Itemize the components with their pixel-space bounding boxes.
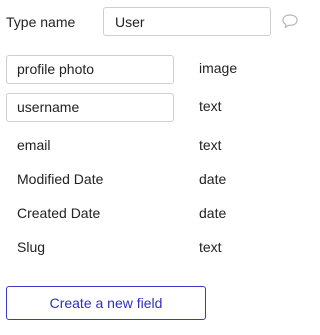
field-row-created-date: Created Date date [6, 199, 306, 228]
field-type: date [199, 205, 227, 221]
field-row-slug: Slug text [6, 233, 306, 262]
create-new-field-button[interactable]: Create a new field [6, 286, 206, 320]
field-type: text [199, 239, 222, 255]
field-type: date [199, 171, 227, 187]
field-row-profile-photo: profile photo image [6, 55, 306, 84]
field-type: text [199, 98, 222, 114]
field-type: image [199, 60, 238, 76]
field-row-email: email text [6, 131, 306, 160]
type-name-input[interactable] [103, 7, 271, 36]
field-name-input[interactable]: username [6, 93, 174, 122]
field-name-input[interactable]: profile photo [6, 55, 174, 84]
type-name-label: Type name [6, 14, 76, 30]
field-row-username: username text [6, 93, 306, 122]
field-row-modified-date: Modified Date date [6, 165, 306, 194]
field-name[interactable]: email [6, 131, 61, 160]
field-name[interactable]: Modified Date [6, 165, 114, 194]
field-name[interactable]: Slug [6, 233, 56, 262]
field-type: text [199, 137, 222, 153]
comment-icon[interactable] [281, 12, 299, 30]
field-name[interactable]: Created Date [6, 199, 111, 228]
